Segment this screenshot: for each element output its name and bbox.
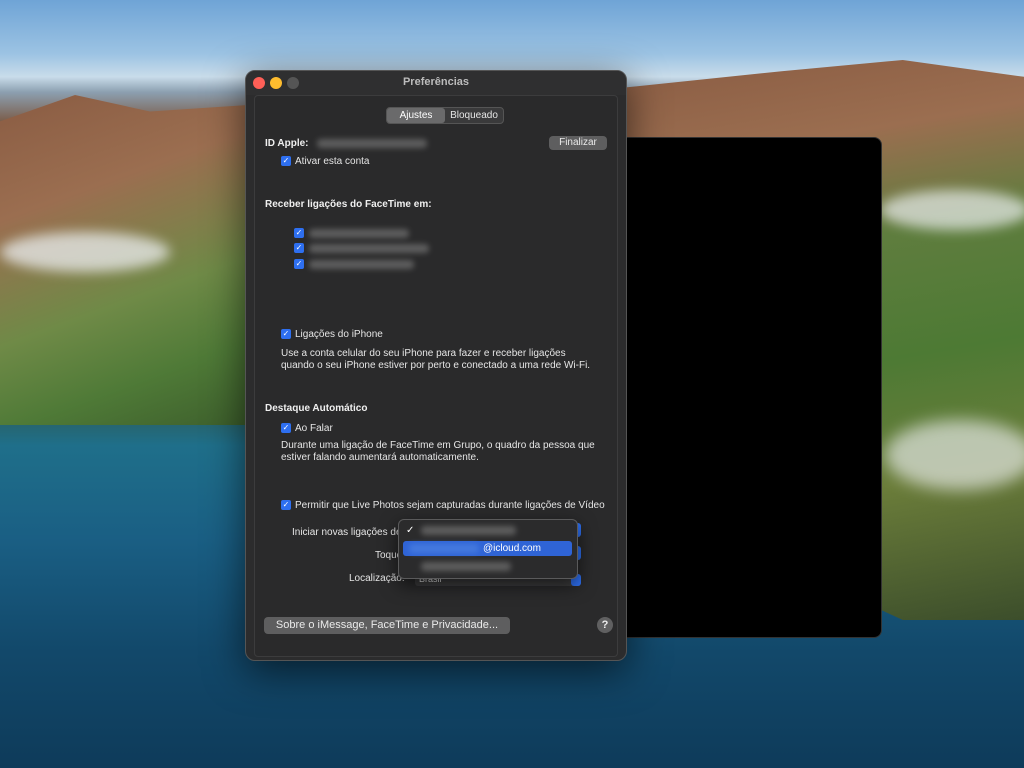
iphone-calls-label: Ligações do iPhone [295,329,383,340]
icloud-username-redacted [409,544,479,553]
iphone-calls-checkbox[interactable]: ✓ [281,329,291,339]
auto-highlight-description: estiver falando aumentará automaticament… [281,452,479,463]
start-calls-label: Iniciar novas ligações de [292,527,402,538]
auto-highlight-heading: Destaque Automático [265,403,368,414]
apple-id-label: ID Apple: [265,138,309,149]
help-button[interactable]: ? [597,617,613,633]
facetime-address-redacted [309,260,414,269]
speaking-checkbox[interactable]: ✓ [281,423,291,433]
live-photos-label: Permitir que Live Photos sejam capturada… [295,500,605,511]
tab-bloqueado[interactable]: Bloqueado [445,108,503,123]
iphone-calls-description: quando o seu iPhone estiver por perto e … [281,360,591,371]
checkmark-icon: ✓ [406,525,415,536]
facetime-address-checkbox[interactable]: ✓ [294,243,304,253]
tab-control: Ajustes Bloqueado [386,107,504,124]
speaking-label: Ao Falar [295,423,333,434]
facetime-address-checkbox[interactable]: ✓ [294,259,304,269]
finalize-button[interactable]: Finalizar [549,136,607,150]
dropdown-item-redacted[interactable] [421,526,516,535]
facetime-heading: Receber ligações do FaceTime em: [265,199,432,210]
wallpaper-fog [880,190,1024,230]
auto-highlight-description: Durante uma ligação de FaceTime em Grupo… [281,440,595,451]
wallpaper-fog [885,420,1024,490]
enable-account-checkbox[interactable]: ✓ [281,156,291,166]
location-label: Localização: [349,573,405,584]
icloud-address-suffix: @icloud.com [483,543,541,554]
tab-ajustes[interactable]: Ajustes [387,108,445,123]
facetime-address-redacted [309,229,409,238]
window-title: Preferências [402,76,470,88]
background-window[interactable] [610,137,882,638]
enable-account-label: Ativar esta conta [295,156,370,167]
wallpaper-fog [0,232,170,272]
facetime-address-checkbox[interactable]: ✓ [294,228,304,238]
apple-id-value-redacted [317,139,427,148]
title-bar[interactable]: Preferências [246,71,626,95]
live-photos-checkbox[interactable]: ✓ [281,500,291,510]
iphone-calls-description: Use a conta celular do seu iPhone para f… [281,348,566,359]
dropdown-item-redacted[interactable] [421,562,511,571]
dropdown-item-icloud[interactable]: @icloud.com [403,541,572,556]
start-calls-dropdown-menu: ✓ @icloud.com [398,519,578,579]
privacy-info-button[interactable]: Sobre o iMessage, FaceTime e Privacidade… [264,617,510,634]
facetime-address-redacted [309,244,429,253]
